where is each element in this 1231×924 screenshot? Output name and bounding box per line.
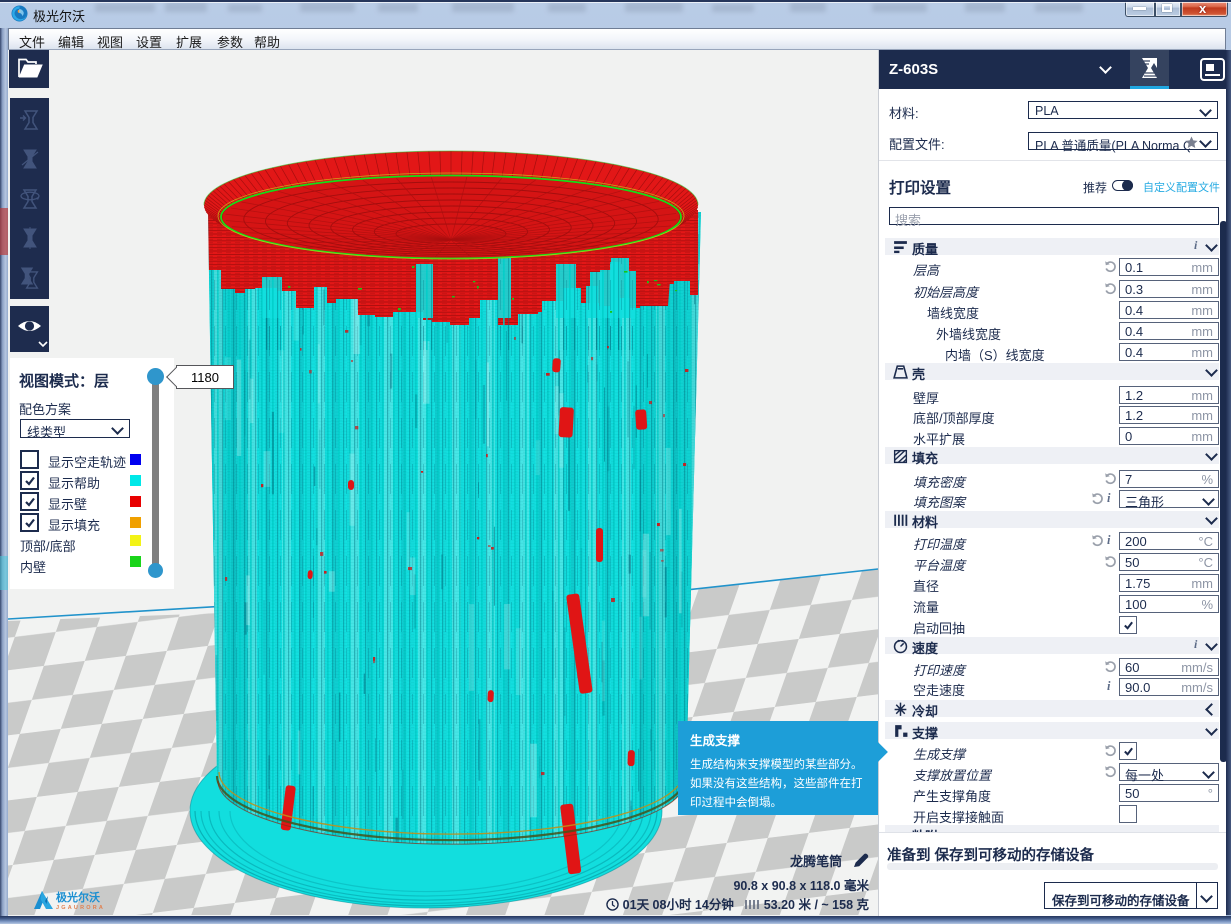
svg-text:JGAURORA: JGAURORA [56,905,105,911]
svg-text:极光尔沃: 极光尔沃 [56,890,101,904]
